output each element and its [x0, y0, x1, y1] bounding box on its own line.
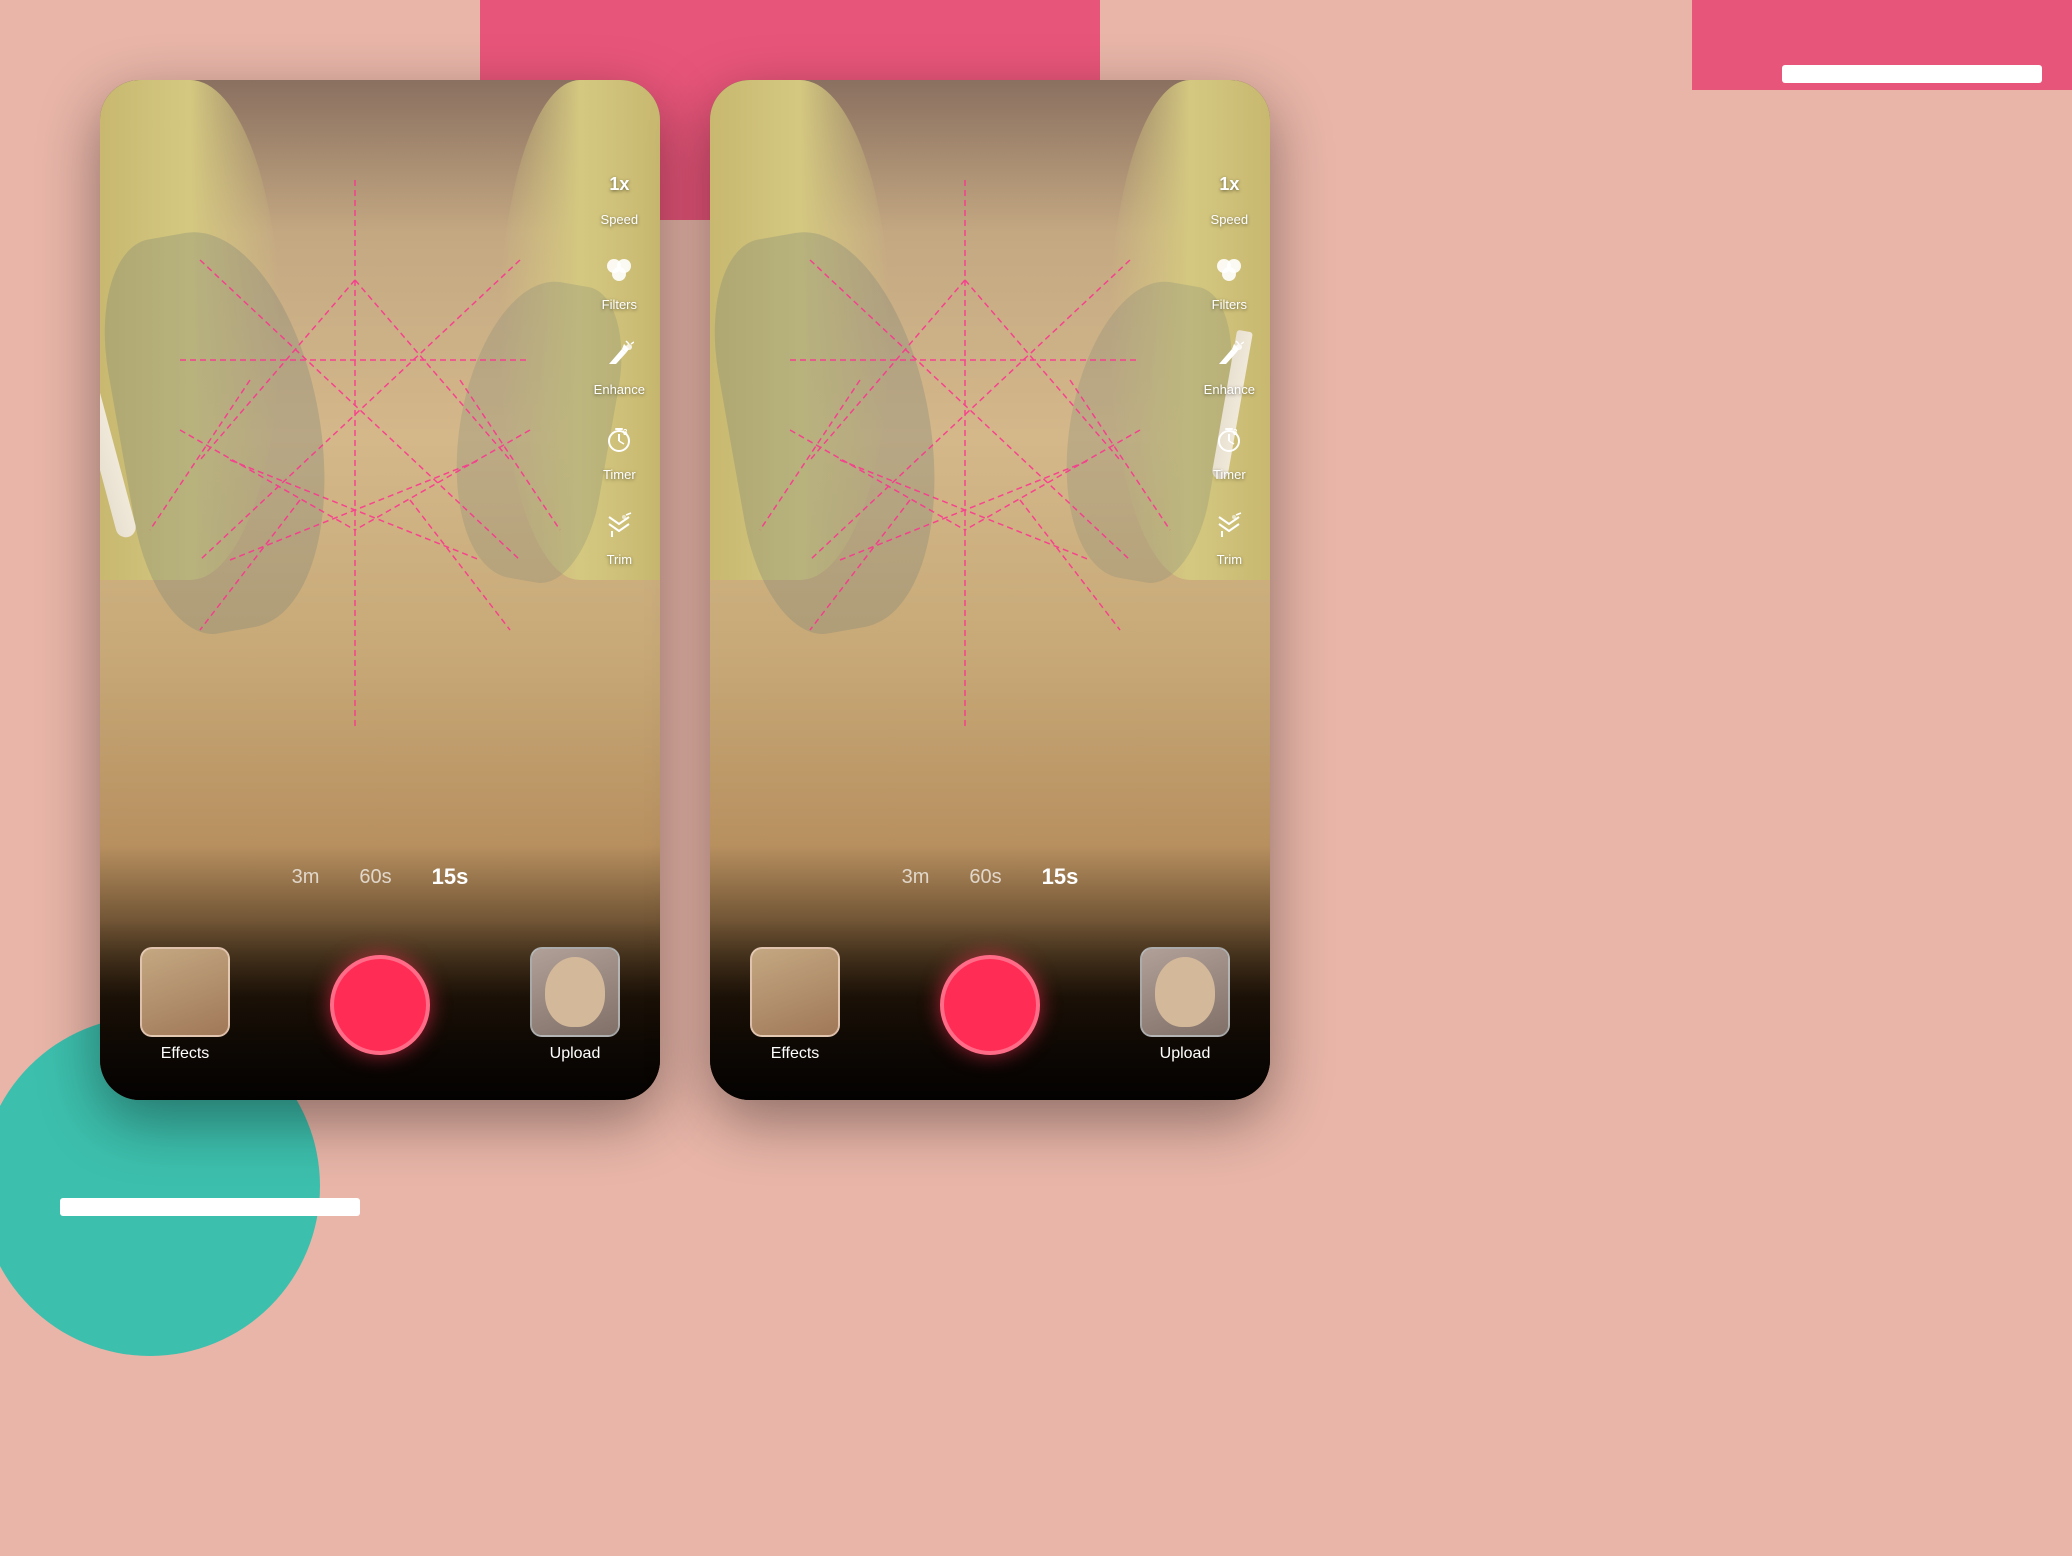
effects-button-right[interactable]: Effects — [750, 947, 840, 1063]
toolbar-item-timer-r[interactable]: 3 Timer — [1205, 415, 1253, 482]
toolbar-item-enhance[interactable]: Enhance — [594, 330, 645, 397]
duration-3m-r[interactable]: 3m — [902, 866, 930, 889]
timer-label: Timer — [603, 467, 636, 482]
toolbar-item-filters-r[interactable]: Filters — [1205, 245, 1253, 312]
duration-60s[interactable]: 60s — [359, 866, 391, 889]
svg-text:3: 3 — [623, 428, 628, 437]
record-button-right[interactable] — [940, 955, 1040, 1055]
face-silhouette-right — [1155, 957, 1215, 1027]
upload-thumbnail-left — [530, 947, 620, 1037]
right-toolbar-left: 1x Speed Filters — [594, 160, 645, 567]
effects-button-left[interactable]: Effects — [140, 947, 230, 1063]
toolbar-item-timer[interactable]: 3 Timer — [595, 415, 643, 482]
filters-label: Filters — [602, 297, 637, 312]
record-btn-inner-right — [950, 965, 1030, 1045]
enhance-label: Enhance — [594, 382, 645, 397]
filters-icon-r — [1205, 245, 1253, 293]
speed-icon: 1x — [595, 160, 643, 208]
phone-left: 1x Speed Filters — [100, 80, 660, 1100]
phones-container: 1x Speed Filters — [100, 80, 1270, 1100]
trim-icon-r — [1205, 500, 1253, 548]
effects-label-left: Effects — [161, 1045, 210, 1063]
upload-button-left[interactable]: Upload — [530, 947, 620, 1063]
bg-decoration-white-bar-top — [1782, 65, 2042, 83]
toolbar-item-trim[interactable]: Trim — [595, 500, 643, 567]
bottom-controls-left: Effects Upload — [100, 920, 660, 1100]
trim-label-r: Trim — [1217, 552, 1243, 567]
effects-thumb-inner-right — [752, 949, 838, 1035]
trim-label: Trim — [607, 552, 633, 567]
speed-label: Speed — [601, 212, 639, 227]
toolbar-item-filters[interactable]: Filters — [595, 245, 643, 312]
timer-icon: 3 — [595, 415, 643, 463]
toolbar-item-enhance-r[interactable]: Enhance — [1204, 330, 1255, 397]
upload-button-right[interactable]: Upload — [1140, 947, 1230, 1063]
timer-icon-r: 3 — [1205, 415, 1253, 463]
speed-icon-r: 1x — [1205, 160, 1253, 208]
face-silhouette-left — [545, 957, 605, 1027]
duration-bar-left: 3m 60s 15s — [100, 854, 660, 900]
enhance-label-r: Enhance — [1204, 382, 1255, 397]
enhance-icon — [595, 330, 643, 378]
upload-thumbnail-right — [1140, 947, 1230, 1037]
phone-right: 1x Speed Filters — [710, 80, 1270, 1100]
effects-thumbnail-right — [750, 947, 840, 1037]
record-button-left[interactable] — [330, 955, 430, 1055]
speed-label-r: Speed — [1211, 212, 1249, 227]
toolbar-item-speed-r[interactable]: 1x Speed — [1205, 160, 1253, 227]
duration-15s-r[interactable]: 15s — [1042, 864, 1079, 890]
upload-thumb-inner-right — [1142, 949, 1228, 1035]
timer-label-r: Timer — [1213, 467, 1246, 482]
phone-left-screen: 1x Speed Filters — [100, 80, 660, 1100]
upload-label-left: Upload — [550, 1045, 601, 1063]
filters-label-r: Filters — [1212, 297, 1247, 312]
duration-3m[interactable]: 3m — [292, 866, 320, 889]
record-btn-inner-left — [340, 965, 420, 1045]
duration-bar-right: 3m 60s 15s — [710, 854, 1270, 900]
bg-decoration-white-bar-bottom — [60, 1198, 360, 1216]
enhance-icon-r — [1205, 330, 1253, 378]
duration-15s[interactable]: 15s — [432, 864, 469, 890]
phone-right-screen: 1x Speed Filters — [710, 80, 1270, 1100]
trim-icon — [595, 500, 643, 548]
bottom-controls-right: Effects Upload — [710, 920, 1270, 1100]
upload-label-right: Upload — [1160, 1045, 1211, 1063]
toolbar-item-trim-r[interactable]: Trim — [1205, 500, 1253, 567]
effects-thumbnail-left — [140, 947, 230, 1037]
duration-60s-r[interactable]: 60s — [969, 866, 1001, 889]
toolbar-item-speed[interactable]: 1x Speed — [595, 160, 643, 227]
upload-thumb-inner-left — [532, 949, 618, 1035]
effects-label-right: Effects — [771, 1045, 820, 1063]
svg-text:3: 3 — [1233, 428, 1238, 437]
effects-thumb-inner-left — [142, 949, 228, 1035]
filters-icon — [595, 245, 643, 293]
right-toolbar-right: 1x Speed Filters — [1204, 160, 1255, 567]
